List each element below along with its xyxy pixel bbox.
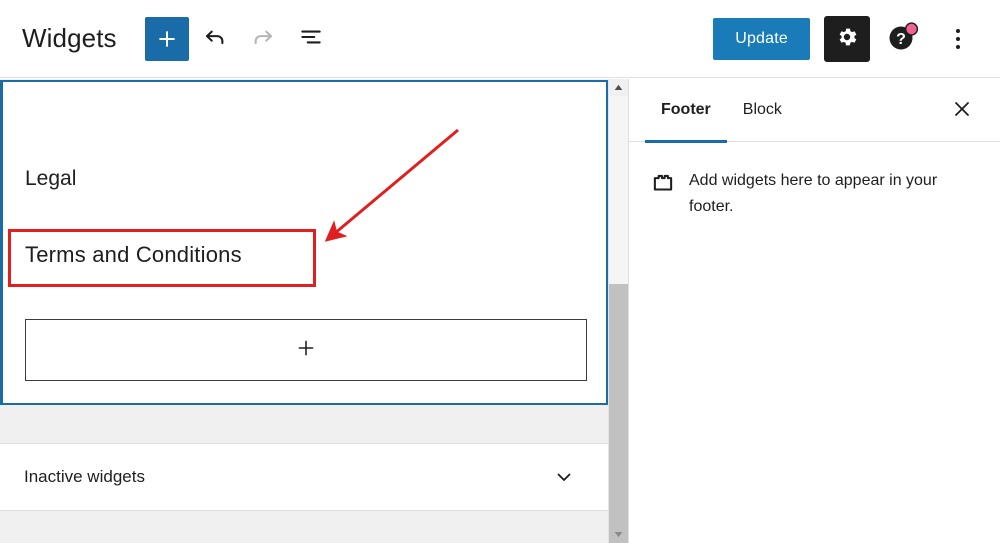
- help-button[interactable]: ?: [880, 16, 926, 62]
- widgets-block-icon: [645, 170, 681, 221]
- close-sidebar-button[interactable]: [943, 91, 981, 129]
- plus-icon: [156, 28, 178, 50]
- settings-button[interactable]: [824, 15, 870, 62]
- vertical-ellipsis-icon: [956, 28, 960, 49]
- widget-area-footer[interactable]: Legal Terms and Conditions: [0, 80, 608, 405]
- sidebar-description: Add widgets here to appear in your foote…: [689, 172, 938, 216]
- help-circle-icon: ?: [886, 20, 920, 57]
- add-block-button[interactable]: [144, 16, 189, 61]
- tab-footer[interactable]: Footer: [645, 79, 727, 143]
- inactive-widgets-label: Inactive widgets: [24, 467, 145, 486]
- sidebar-body: Add widgets here to appear in your foote…: [629, 142, 1000, 221]
- more-options-button[interactable]: [936, 17, 980, 61]
- redo-button[interactable]: [241, 17, 285, 61]
- editor-toolbar: Widgets Update ?: [0, 0, 1000, 78]
- update-button[interactable]: Update: [713, 17, 810, 60]
- undo-arrow-icon: [202, 24, 228, 53]
- scrollbar-thumb[interactable]: [609, 96, 628, 284]
- svg-text:?: ?: [896, 31, 906, 48]
- settings-sidebar: Footer Block Add widgets here to appear …: [628, 79, 1000, 543]
- close-icon: [952, 99, 972, 122]
- scroll-up-arrow-icon[interactable]: [609, 79, 628, 96]
- inactive-widgets-panel[interactable]: Inactive widgets: [0, 443, 608, 511]
- toolbar-left-group: Widgets: [0, 16, 333, 61]
- widget-area-heading: Legal: [25, 167, 77, 190]
- undo-button[interactable]: [193, 17, 237, 61]
- redo-arrow-icon: [250, 24, 276, 53]
- list-view-icon: [298, 24, 324, 53]
- tab-block[interactable]: Block: [727, 79, 798, 142]
- gear-icon: [835, 25, 859, 52]
- widgets-editor-canvas: Legal Terms and Conditions Inactive widg…: [0, 79, 608, 543]
- scroll-down-arrow-icon[interactable]: [609, 526, 628, 543]
- scrollbar-track[interactable]: [609, 284, 628, 543]
- list-view-button[interactable]: [289, 17, 333, 61]
- toolbar-right-group: Update ?: [713, 15, 1000, 62]
- paragraph-block-terms-and-conditions[interactable]: Terms and Conditions: [25, 242, 242, 268]
- plus-icon: [295, 337, 317, 364]
- block-appender-button[interactable]: [25, 319, 587, 381]
- editor-scrollbar[interactable]: [608, 79, 628, 543]
- page-title: Widgets: [22, 23, 117, 53]
- sidebar-tab-row: Footer Block: [629, 79, 1000, 143]
- chevron-down-icon: [552, 465, 576, 489]
- app-root: Widgets Update ? Legal Terms and Conditi…: [0, 0, 1000, 543]
